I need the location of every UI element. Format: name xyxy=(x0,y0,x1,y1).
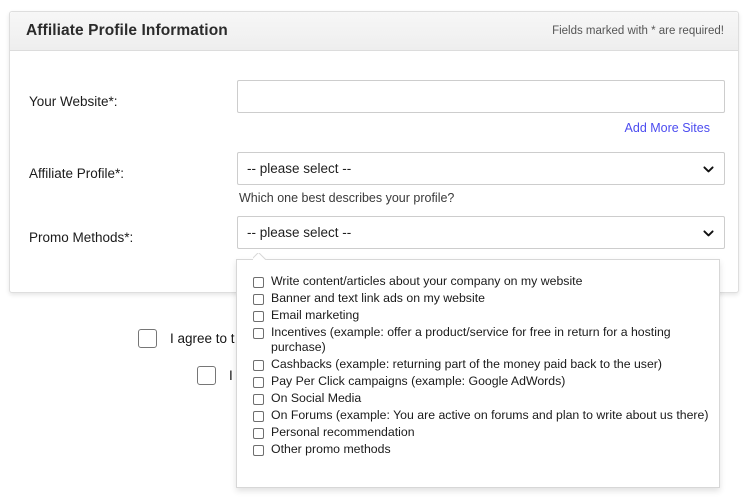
promo-methods-option-checkbox[interactable] xyxy=(253,394,264,405)
promo-methods-option-checkbox[interactable] xyxy=(253,360,264,371)
website-label: Your Website*: xyxy=(29,94,118,109)
promo-methods-option[interactable]: Write content/articles about your compan… xyxy=(237,273,719,290)
agreement-label-secondary: I xyxy=(229,368,233,383)
affiliate-profile-select[interactable]: -- please select -- xyxy=(237,152,725,185)
dropdown-notch-icon xyxy=(253,253,267,260)
agreement-row-secondary[interactable]: I xyxy=(197,366,233,385)
promo-methods-option-checkbox[interactable] xyxy=(253,311,264,322)
affiliate-profile-panel: Affiliate Profile Information Fields mar… xyxy=(9,11,739,293)
promo-methods-option-checkbox[interactable] xyxy=(253,428,264,439)
required-fields-note: Fields marked with * are required! xyxy=(552,25,724,37)
promo-methods-option[interactable]: Personal recommendation xyxy=(237,424,719,441)
agreement-row-terms[interactable]: I agree to t xyxy=(138,329,235,348)
add-more-sites-link[interactable]: Add More Sites xyxy=(625,121,710,135)
promo-methods-selected-value: -- please select -- xyxy=(247,225,351,240)
promo-methods-label: Promo Methods*: xyxy=(29,230,133,245)
promo-methods-option-label: Banner and text link ads on my website xyxy=(271,291,485,306)
promo-methods-option-checkbox[interactable] xyxy=(253,294,264,305)
page-title: Affiliate Profile Information xyxy=(26,22,228,40)
promo-methods-dropdown-panel: Write content/articles about your compan… xyxy=(236,259,720,488)
agreement-checkbox-secondary[interactable] xyxy=(197,366,216,385)
promo-methods-option-label: Personal recommendation xyxy=(271,425,415,440)
affiliate-profile-selected-value: -- please select -- xyxy=(247,161,351,176)
promo-methods-option-list: Write content/articles about your compan… xyxy=(237,273,719,458)
panel-header: Affiliate Profile Information Fields mar… xyxy=(10,12,738,51)
promo-methods-option-label: On Forums (example: You are active on fo… xyxy=(271,408,708,423)
promo-methods-option[interactable]: Incentives (example: offer a product/ser… xyxy=(237,324,719,356)
promo-methods-option-checkbox[interactable] xyxy=(253,377,264,388)
promo-methods-option[interactable]: Pay Per Click campaigns (example: Google… xyxy=(237,373,719,390)
promo-methods-option[interactable]: On Forums (example: You are active on fo… xyxy=(237,407,719,424)
promo-methods-option-checkbox[interactable] xyxy=(253,411,264,422)
promo-methods-option-label: Email marketing xyxy=(271,308,359,323)
promo-methods-option-label: Pay Per Click campaigns (example: Google… xyxy=(271,374,565,389)
chevron-down-icon xyxy=(703,228,714,239)
promo-methods-option-label: Other promo methods xyxy=(271,442,391,457)
agreement-checkbox-terms[interactable] xyxy=(138,329,157,348)
promo-methods-option[interactable]: Cashbacks (example: returning part of th… xyxy=(237,356,719,373)
promo-methods-option-checkbox[interactable] xyxy=(253,328,264,339)
promo-methods-option-checkbox[interactable] xyxy=(253,277,264,288)
promo-methods-option[interactable]: Email marketing xyxy=(237,307,719,324)
promo-methods-option[interactable]: Other promo methods xyxy=(237,441,719,458)
website-input[interactable] xyxy=(237,80,725,113)
promo-methods-select[interactable]: -- please select -- xyxy=(237,216,725,249)
chevron-down-icon xyxy=(703,164,714,175)
promo-methods-option-label: Cashbacks (example: returning part of th… xyxy=(271,357,662,372)
promo-methods-option[interactable]: On Social Media xyxy=(237,390,719,407)
promo-methods-option-label: Incentives (example: offer a product/ser… xyxy=(271,325,709,355)
affiliate-profile-label: Affiliate Profile*: xyxy=(29,166,124,181)
promo-methods-option-checkbox[interactable] xyxy=(253,445,264,456)
promo-methods-option-label: Write content/articles about your compan… xyxy=(271,274,582,289)
panel-body: Your Website*: Add More Sites Affiliate … xyxy=(10,51,738,292)
affiliate-profile-helper-text: Which one best describes your profile? xyxy=(239,191,454,205)
promo-methods-option-label: On Social Media xyxy=(271,391,361,406)
promo-methods-option[interactable]: Banner and text link ads on my website xyxy=(237,290,719,307)
agreement-label-terms: I agree to t xyxy=(170,331,235,346)
